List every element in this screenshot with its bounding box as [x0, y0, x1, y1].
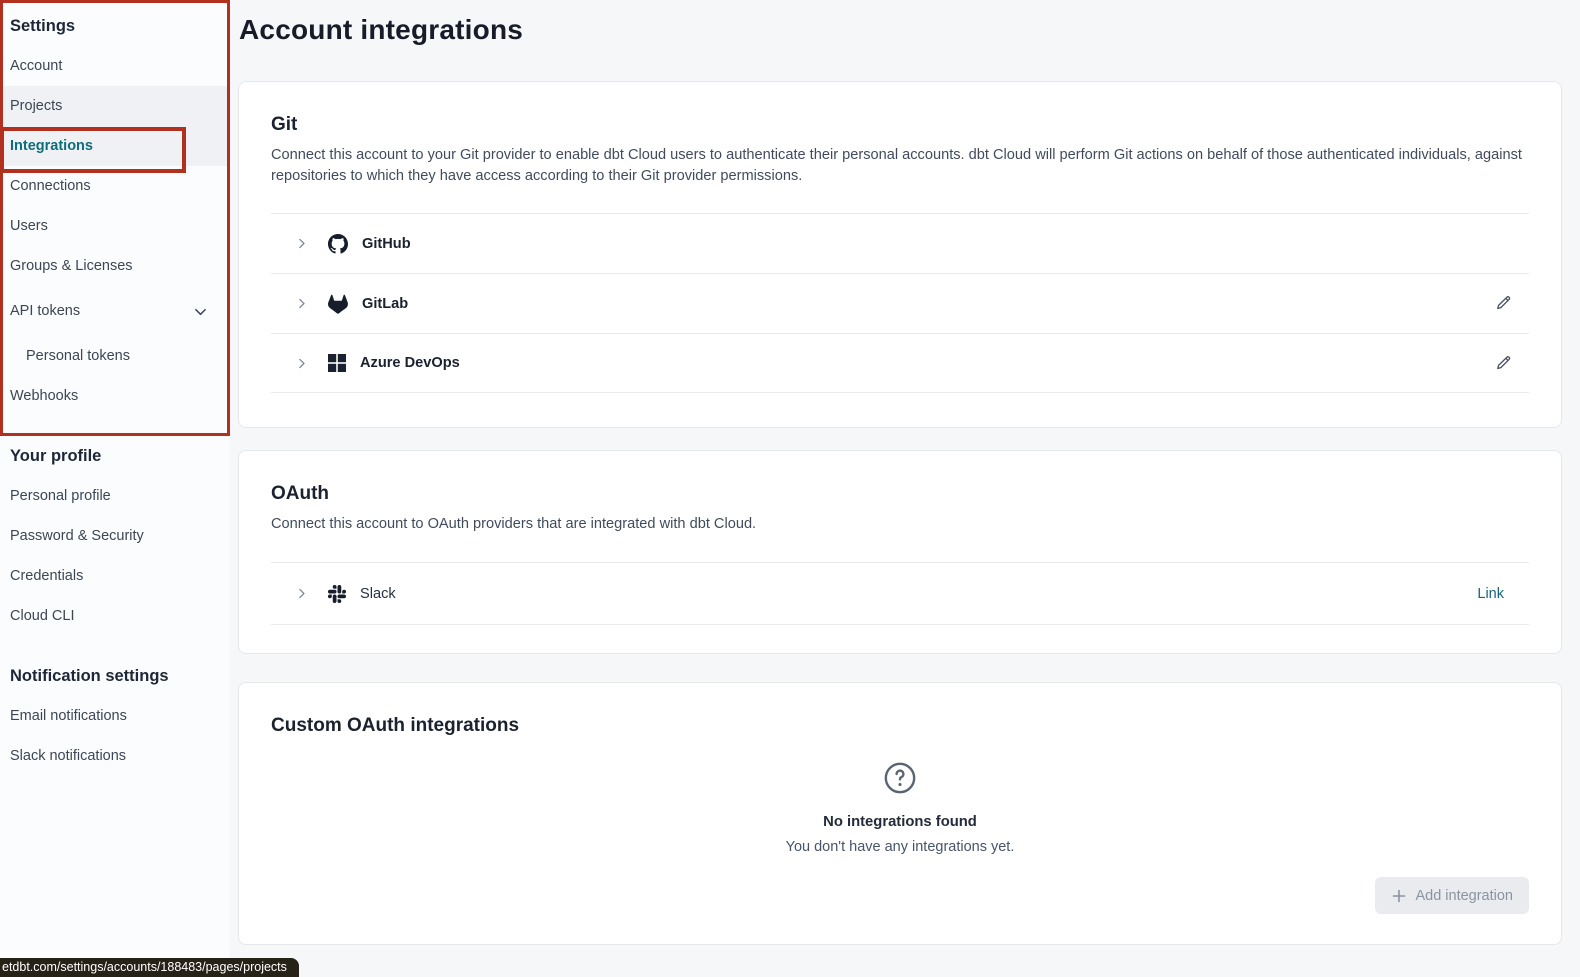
provider-name: GitLab	[362, 296, 408, 312]
sidebar-item-projects[interactable]: Projects	[0, 86, 230, 126]
settings-sidebar: Settings Account Projects Integrations C…	[0, 0, 230, 977]
git-section-description: Connect this account to your Git provide…	[271, 145, 1526, 186]
custom-oauth-card: Custom OAuth integrations No integration…	[238, 682, 1562, 945]
provider-name: Azure DevOps	[360, 355, 460, 371]
sidebar-item-connections[interactable]: Connections	[0, 166, 230, 206]
sidebar-item-credentials[interactable]: Credentials	[0, 556, 230, 596]
chevron-right-icon[interactable]	[295, 297, 308, 310]
sidebar-item-integrations[interactable]: Integrations	[0, 126, 230, 166]
add-integration-label: Add integration	[1415, 888, 1513, 904]
status-url-tooltip: etdbt.com/settings/accounts/188483/pages…	[0, 958, 299, 977]
chevron-right-icon[interactable]	[295, 237, 308, 250]
empty-state-title: No integrations found	[823, 814, 977, 830]
sidebar-item-account[interactable]: Account	[0, 46, 230, 86]
provider-row-github[interactable]: GitHub	[271, 213, 1529, 273]
sidebar-item-cloud-cli[interactable]: Cloud CLI	[0, 596, 230, 636]
sidebar-item-webhooks[interactable]: Webhooks	[0, 376, 230, 416]
sidebar-header-settings: Settings	[0, 6, 230, 46]
oauth-section-description: Connect this account to OAuth providers …	[271, 514, 1526, 535]
edit-pencil-icon[interactable]	[1495, 295, 1512, 312]
slack-icon	[328, 585, 346, 603]
empty-state-subtitle: You don't have any integrations yet.	[786, 839, 1015, 855]
chevron-right-icon[interactable]	[295, 357, 308, 370]
github-icon	[328, 234, 348, 254]
custom-oauth-section-title: Custom OAuth integrations	[271, 715, 1529, 737]
edit-pencil-icon[interactable]	[1495, 355, 1512, 372]
oauth-card: OAuth Connect this account to OAuth prov…	[238, 450, 1562, 654]
sidebar-header-notification-settings: Notification settings	[0, 656, 230, 696]
provider-row-azure-devops[interactable]: Azure DevOps	[271, 333, 1529, 393]
sidebar-item-users[interactable]: Users	[0, 206, 230, 246]
sidebar-item-api-tokens[interactable]: API tokens	[0, 291, 230, 331]
question-circle-icon	[883, 761, 917, 800]
plus-icon	[1391, 888, 1407, 904]
azure-devops-icon	[328, 354, 346, 372]
gitlab-icon	[328, 294, 348, 314]
chevron-right-icon[interactable]	[295, 587, 308, 600]
sidebar-item-personal-profile[interactable]: Personal profile	[0, 476, 230, 516]
add-integration-button[interactable]: Add integration	[1375, 877, 1529, 914]
provider-name: Slack	[360, 586, 396, 602]
sidebar-item-slack-notifications[interactable]: Slack notifications	[0, 736, 230, 776]
slack-link-action[interactable]: Link	[1477, 586, 1504, 602]
oauth-section-title: OAuth	[271, 483, 1529, 505]
sidebar-item-groups-licenses[interactable]: Groups & Licenses	[0, 246, 230, 286]
chevron-down-icon[interactable]	[193, 304, 208, 319]
git-section-title: Git	[271, 114, 1529, 136]
sidebar-header-your-profile: Your profile	[0, 436, 230, 476]
sidebar-item-password-security[interactable]: Password & Security	[0, 516, 230, 556]
provider-name: GitHub	[362, 236, 411, 252]
git-integrations-card: Git Connect this account to your Git pro…	[238, 81, 1562, 428]
page-title: Account integrations	[239, 14, 1562, 46]
sidebar-item-email-notifications[interactable]: Email notifications	[0, 696, 230, 736]
provider-row-gitlab[interactable]: GitLab	[271, 273, 1529, 333]
sidebar-item-personal-tokens[interactable]: Personal tokens	[0, 336, 230, 376]
empty-state: No integrations found You don't have any…	[271, 761, 1529, 855]
provider-row-slack[interactable]: Slack Link	[271, 562, 1529, 625]
main-content: Account integrations Git Connect this ac…	[230, 0, 1580, 977]
